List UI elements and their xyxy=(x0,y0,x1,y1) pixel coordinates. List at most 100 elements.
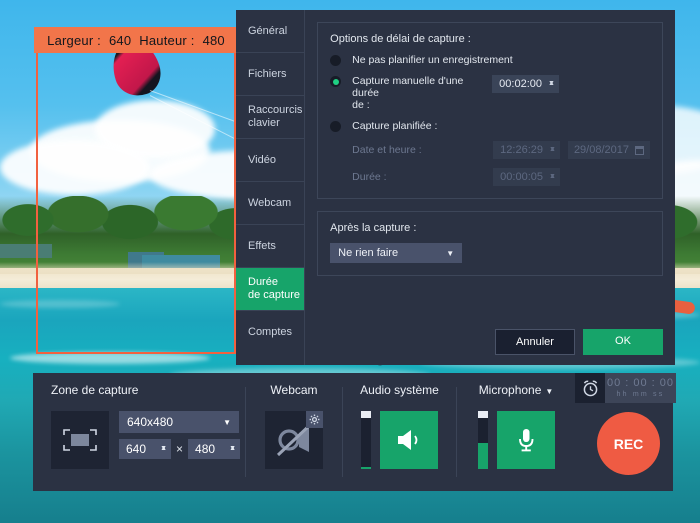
system-audio-section: Audio système xyxy=(343,373,456,491)
microphone-volume-slider[interactable] xyxy=(477,411,488,469)
tab-label: Vidéo xyxy=(248,153,276,166)
microphone-label: Microphone xyxy=(478,383,542,397)
system-audio-volume-slider[interactable] xyxy=(361,411,371,469)
settings-panel-duree-de-capture: Options de délai de capture : Ne pas pla… xyxy=(305,10,675,365)
timer-units: hh mm ss xyxy=(616,391,665,398)
datetime-row: Date et heure : 12:26:29 ▲ ▼ 29/08/2017 xyxy=(330,141,650,159)
settings-tab-list: Général Fichiers Raccourcis clavier Vidé… xyxy=(236,10,306,365)
scheduled-date-value: 29/08/2017 xyxy=(573,144,629,156)
radio-row-manual-capture[interactable]: Capture manuelle d'une durée de : 00:02:… xyxy=(330,75,650,111)
speaker-icon xyxy=(398,430,418,450)
microphone-icon xyxy=(518,429,533,452)
capture-preset-value: 640x480 xyxy=(127,415,174,429)
gear-icon xyxy=(309,414,320,425)
capture-preset-select[interactable]: 640x480 ▼ xyxy=(119,411,239,433)
radio-manual-label-line1: Capture manuelle d'une durée xyxy=(352,75,464,99)
cancel-button[interactable]: Annuler xyxy=(495,329,575,355)
tab-label: Fichiers xyxy=(248,67,287,80)
duration-row: Durée : 00:00:05 ▲ ▼ xyxy=(330,168,650,186)
tab-label: Général xyxy=(248,24,288,37)
capture-width-label: Largeur : xyxy=(47,32,101,48)
alarm-clock-icon xyxy=(583,380,597,396)
sidebar-item-webcam[interactable]: Webcam xyxy=(236,182,305,225)
webcam-settings-button[interactable] xyxy=(306,411,323,428)
webcam-title: Webcam xyxy=(270,383,318,397)
chevron-down-icon[interactable]: ▼ xyxy=(223,418,231,427)
radio-scheduled-capture-icon[interactable] xyxy=(330,121,342,132)
calendar-icon[interactable] xyxy=(635,145,644,155)
capture-area-dimensions-label: Largeur : 640 Hauteur : 480 xyxy=(34,27,238,53)
settings-dialog: Général Fichiers Raccourcis clavier Vidé… xyxy=(236,10,675,365)
record-section: 00 : 00 : 00 hh mm ss REC xyxy=(575,373,676,491)
tab-label-line1: Durée xyxy=(248,276,278,288)
duration-label: Durée : xyxy=(352,171,387,183)
microphone-section: Microphone ▼ xyxy=(457,373,575,491)
scheduled-time-stepper[interactable]: 12:26:29 ▲ ▼ xyxy=(493,141,560,159)
radio-no-schedule-label: Ne pas planifier un enregistrement xyxy=(352,54,513,66)
alarm-clock-button[interactable] xyxy=(575,373,605,403)
datetime-label: Date et heure : xyxy=(352,144,422,156)
after-capture-select[interactable]: Ne rien faire ▼ xyxy=(330,243,463,263)
sidebar-item-duree-de-capture[interactable]: Durée de capture xyxy=(236,268,305,311)
capture-zone-title: Zone de capture xyxy=(51,383,139,397)
tab-label: Comptes xyxy=(248,326,293,338)
manual-duration-stepper[interactable]: 00:02:00 ▲ ▼ xyxy=(492,75,559,93)
record-button[interactable]: REC xyxy=(597,412,660,475)
timer-display: 00 : 00 : 00 hh mm ss xyxy=(605,373,676,403)
tab-label: Effets xyxy=(248,239,276,252)
webcam-toggle-button[interactable] xyxy=(265,411,323,469)
recorder-control-bar: Zone de capture 640x480 ▼ 640 ▲ ▼ × 480 … xyxy=(33,373,676,491)
tab-label: Durée de capture xyxy=(248,276,300,302)
capture-height-stepper[interactable]: 480 ▲ ▼ xyxy=(188,439,241,459)
tab-label-line2: de capture xyxy=(248,289,300,301)
capture-zone-section: Zone de capture 640x480 ▼ 640 ▲ ▼ × 480 … xyxy=(33,373,245,491)
chevron-down-icon[interactable]: ▼ xyxy=(446,249,454,258)
radio-manual-capture-icon[interactable] xyxy=(330,76,342,87)
ok-button[interactable]: OK xyxy=(583,329,663,355)
microphone-toggle-button[interactable] xyxy=(496,411,555,469)
scheduled-duration-stepper[interactable]: 00:00:05 ▲ ▼ xyxy=(493,168,560,186)
radio-manual-label-line2: de : xyxy=(352,99,370,111)
capture-width-value: 640 xyxy=(108,32,132,48)
capture-width-value: 640 xyxy=(126,442,147,456)
after-capture-title: Après la capture : xyxy=(330,222,417,234)
after-capture-group: Après la capture : Ne rien faire ▼ xyxy=(317,211,663,276)
sidebar-item-video[interactable]: Vidéo xyxy=(236,139,305,182)
capture-height-label: Hauteur : xyxy=(139,32,195,48)
capture-area-frame[interactable] xyxy=(36,27,236,354)
webcam-section: Webcam xyxy=(246,373,342,491)
delay-options-title: Options de délai de capture : xyxy=(330,33,471,45)
radio-no-schedule-icon[interactable] xyxy=(330,55,342,66)
microphone-title: Microphone ▼ xyxy=(457,383,575,397)
radio-row-scheduled-capture[interactable]: Capture planifiée : xyxy=(330,120,650,132)
radio-row-no-schedule[interactable]: Ne pas planifier un enregistrement xyxy=(330,54,650,66)
manual-duration-value: 00:02:00 xyxy=(499,78,542,90)
scheduled-time-value: 12:26:29 xyxy=(500,144,543,156)
radio-scheduled-capture-label: Capture planifiée : xyxy=(352,120,438,132)
scheduled-date-field[interactable]: 29/08/2017 xyxy=(567,141,650,159)
capture-height-value: 480 xyxy=(202,32,225,48)
sidebar-item-raccourcis-clavier[interactable]: Raccourcis clavier xyxy=(236,96,305,139)
scheduled-duration-value: 00:00:05 xyxy=(500,171,543,183)
recording-timer: 00 : 00 : 00 hh mm ss xyxy=(575,373,676,403)
tab-label-line1: Raccourcis xyxy=(248,104,303,116)
timer-value: 00 : 00 : 00 xyxy=(606,377,675,389)
capture-height-value: 480 xyxy=(195,442,216,456)
sidebar-item-effets[interactable]: Effets xyxy=(236,225,305,268)
sidebar-item-general[interactable]: Général xyxy=(236,10,305,53)
dialog-action-buttons: Annuler OK xyxy=(495,329,663,355)
chevron-down-icon[interactable]: ▼ xyxy=(545,387,553,396)
tab-label: Raccourcis clavier xyxy=(248,104,302,130)
tab-label-line2: clavier xyxy=(248,117,280,129)
dimension-separator: × xyxy=(176,442,184,456)
system-audio-toggle-button[interactable] xyxy=(380,411,438,469)
tab-label: Webcam xyxy=(248,196,292,209)
capture-width-stepper[interactable]: 640 ▲ ▼ xyxy=(119,439,171,459)
delay-options-group: Options de délai de capture : Ne pas pla… xyxy=(317,22,663,199)
capture-area-icon xyxy=(63,429,97,451)
select-capture-area-button[interactable] xyxy=(51,411,109,469)
sidebar-item-comptes[interactable]: Comptes xyxy=(236,311,304,354)
sidebar-item-fichiers[interactable]: Fichiers xyxy=(236,53,305,96)
system-audio-title: Audio système xyxy=(360,383,439,397)
radio-manual-capture-label: Capture manuelle d'une durée de : xyxy=(352,75,492,111)
